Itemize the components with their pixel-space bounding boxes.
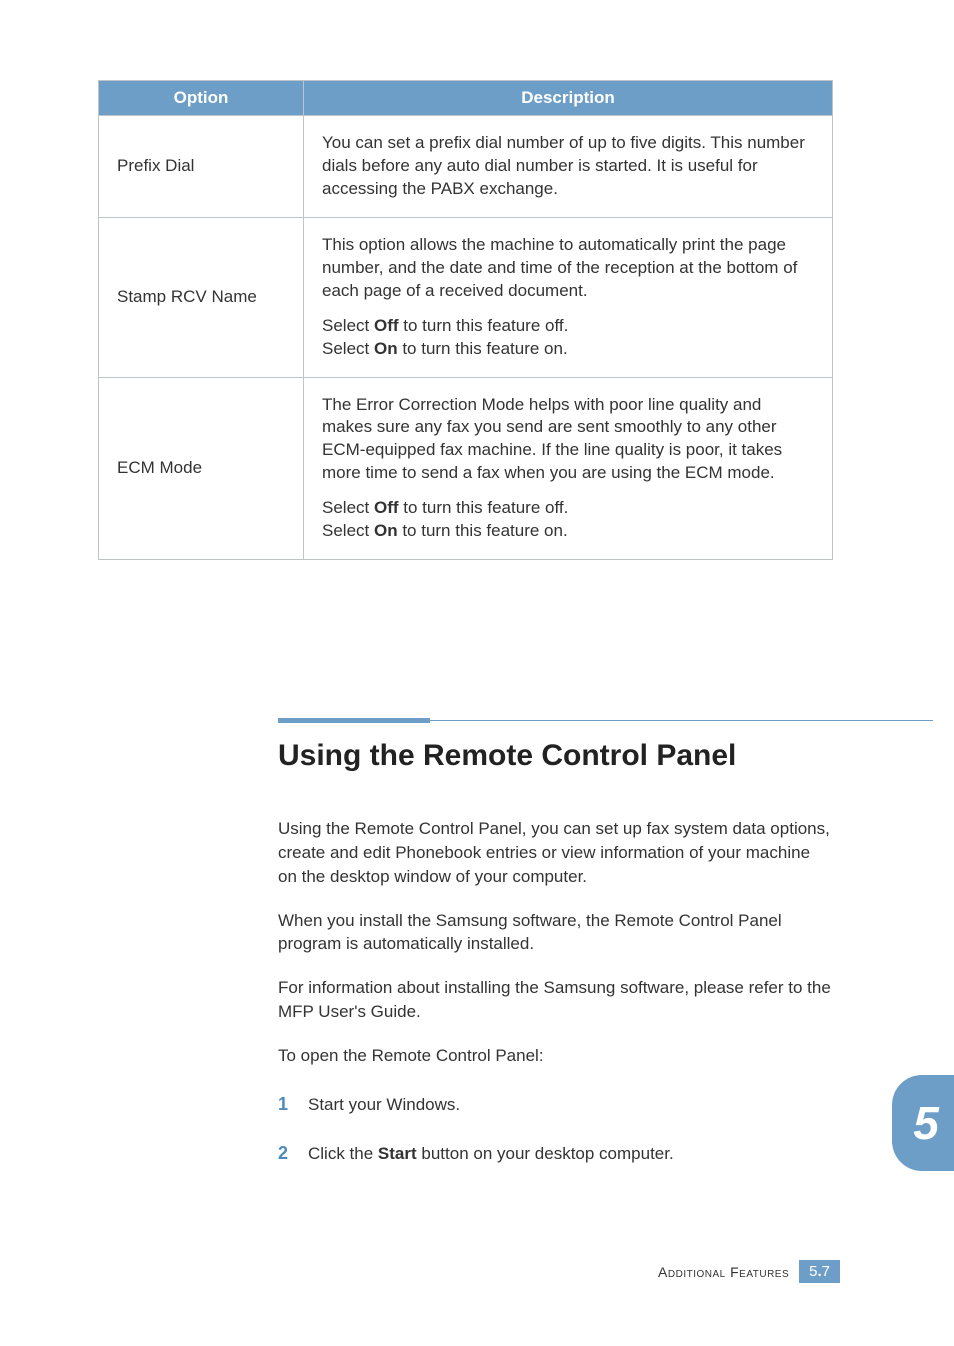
text: Select <box>322 498 374 517</box>
step-text: Click the Start button on your desktop c… <box>308 1142 674 1166</box>
table-row: Stamp RCV Name This option allows the ma… <box>99 217 833 377</box>
step-number: 2 <box>278 1141 308 1166</box>
options-table: Option Description Prefix Dial You can s… <box>98 80 833 560</box>
text: to turn this feature off. <box>399 498 569 517</box>
option-name: ECM Mode <box>99 377 304 560</box>
option-description: The Error Correction Mode helps with poo… <box>304 377 833 560</box>
paragraph: To open the Remote Control Panel: <box>278 1044 833 1068</box>
table-row: ECM Mode The Error Correction Mode helps… <box>99 377 833 560</box>
section-heading: Using the Remote Control Panel <box>278 739 866 773</box>
text: Select <box>322 521 374 540</box>
text: button on your desktop computer. <box>417 1144 674 1163</box>
section-divider-thin <box>430 720 933 721</box>
bold-off: Off <box>374 498 399 517</box>
table-header-option: Option <box>99 81 304 116</box>
list-item: 1 Start your Windows. <box>278 1092 833 1117</box>
footer-page: 7 <box>822 1263 830 1280</box>
option-name: Stamp RCV Name <box>99 217 304 377</box>
desc-text: The Error Correction Mode helps with poo… <box>322 395 782 483</box>
bold-start: Start <box>378 1144 417 1163</box>
list-item: 2 Click the Start button on your desktop… <box>278 1141 833 1166</box>
text: Select <box>322 316 374 335</box>
chapter-tab-number: 5 <box>907 1096 939 1150</box>
text: to turn this feature off. <box>399 316 569 335</box>
bold-on: On <box>374 339 398 358</box>
option-description: This option allows the machine to automa… <box>304 217 833 377</box>
paragraph: When you install the Samsung software, t… <box>278 909 833 957</box>
desc-text: This option allows the machine to automa… <box>322 235 797 300</box>
footer-page-number: 5.7 <box>799 1260 840 1283</box>
footer-section-label: Additional Features <box>658 1264 789 1280</box>
paragraph: Using the Remote Control Panel, you can … <box>278 817 833 888</box>
paragraph: For information about installing the Sam… <box>278 976 833 1024</box>
steps-list: 1 Start your Windows. 2 Click the Start … <box>278 1092 833 1166</box>
bold-off: Off <box>374 316 399 335</box>
text: to turn this feature on. <box>398 339 568 358</box>
step-number: 1 <box>278 1092 308 1117</box>
text: Click the <box>308 1144 378 1163</box>
step-text: Start your Windows. <box>308 1093 460 1117</box>
option-name: Prefix Dial <box>99 116 304 218</box>
page-footer: Additional Features 5.7 <box>658 1260 840 1283</box>
text: to turn this feature on. <box>398 521 568 540</box>
text: Select <box>322 339 374 358</box>
chapter-tab: 5 <box>892 1075 954 1171</box>
section-divider-thick <box>278 718 430 723</box>
table-header-description: Description <box>304 81 833 116</box>
option-description: You can set a prefix dial number of up t… <box>304 116 833 218</box>
table-row: Prefix Dial You can set a prefix dial nu… <box>99 116 833 218</box>
bold-on: On <box>374 521 398 540</box>
